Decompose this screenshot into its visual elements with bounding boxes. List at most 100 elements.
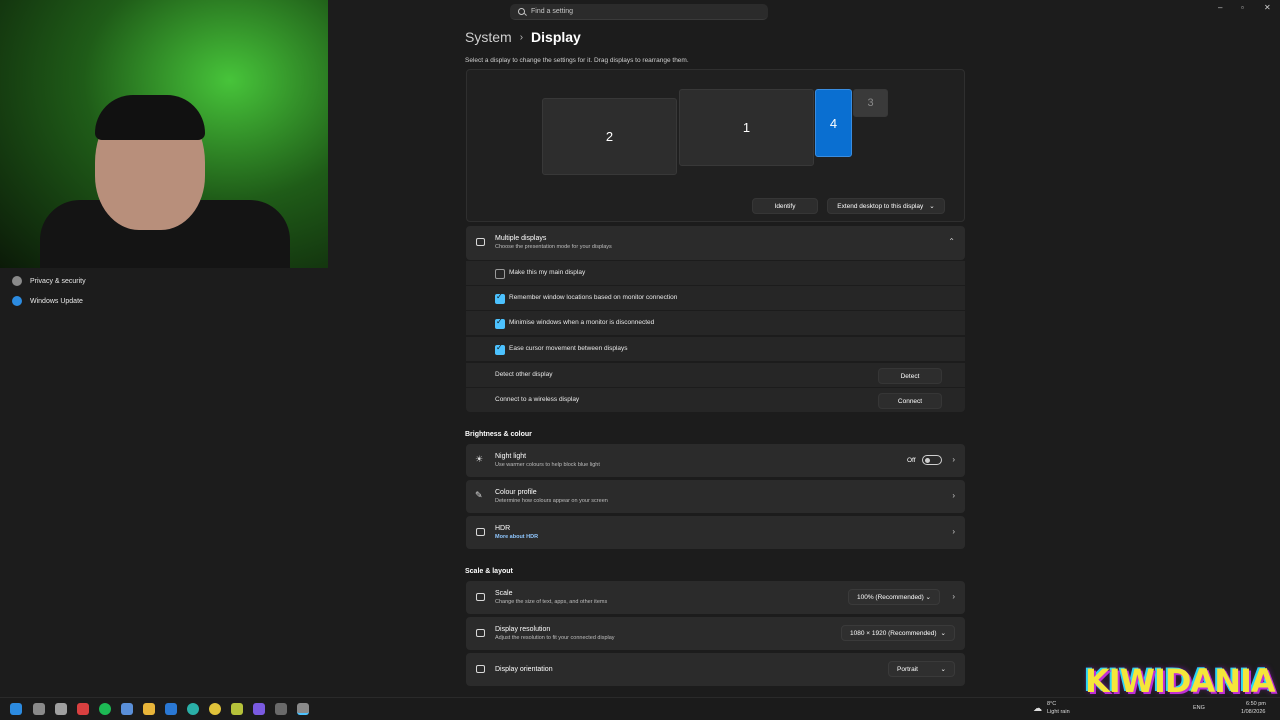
chevron-right-icon: › — [952, 455, 955, 464]
monitor-2[interactable]: 2 — [542, 98, 677, 175]
brightness-heading: Brightness & colour — [465, 431, 532, 438]
chevron-down-icon: ⌄ — [925, 594, 931, 601]
app-icon[interactable] — [231, 703, 243, 715]
night-light-title: Night light — [495, 453, 527, 460]
app-icon[interactable] — [121, 703, 133, 715]
orientation-icon — [476, 665, 485, 673]
chevron-down-icon: ⌄ — [929, 203, 935, 210]
multiple-displays-title: Multiple displays — [495, 235, 547, 242]
sidebar-item-label: Windows Update — [30, 297, 83, 305]
webcam-overlay — [0, 0, 328, 268]
close-icon[interactable]: ✕ — [1264, 3, 1271, 12]
minimize-icon[interactable]: – — [1218, 3, 1222, 12]
search-icon — [518, 8, 525, 15]
scale-title: Scale — [495, 590, 513, 597]
hdr-title: HDR — [495, 525, 511, 532]
chevron-up-icon[interactable]: ⌃ — [948, 237, 955, 246]
edge-icon[interactable] — [187, 703, 199, 715]
option-label: Minimise windows when a monitor is disco… — [509, 319, 655, 326]
breadcrumb: System › Display — [465, 29, 581, 45]
shield-icon — [12, 276, 22, 286]
multiple-displays-subtitle: Choose the presentation mode for your di… — [495, 244, 612, 250]
chevron-right-icon: › — [952, 491, 955, 500]
start-icon[interactable] — [10, 703, 22, 715]
sidebar-item-privacy[interactable]: Privacy & security — [12, 276, 86, 286]
hdr-link[interactable]: More about HDR — [495, 534, 538, 540]
scale-row[interactable]: Scale Change the size of text, apps, and… — [466, 581, 965, 614]
remember-locations-checkbox[interactable] — [495, 292, 505, 304]
multiple-displays-icon — [476, 238, 485, 246]
ease-cursor-checkbox[interactable] — [495, 343, 505, 355]
scale-value: 100% (Recommended) — [857, 593, 924, 601]
connect-button[interactable]: Connect — [878, 393, 942, 409]
update-icon — [12, 296, 22, 306]
spotify-icon[interactable] — [99, 703, 111, 715]
wireless-display-label: Connect to a wireless display — [495, 396, 580, 403]
option-label: Remember window locations based on monit… — [509, 294, 678, 301]
app-icon[interactable] — [275, 703, 287, 715]
option-label: Ease cursor movement between displays — [509, 345, 628, 352]
option-ease-cursor: Ease cursor movement between displays — [466, 336, 965, 361]
night-light-state: Off — [907, 457, 916, 464]
orientation-row[interactable]: Display orientation Portrait ⌄ — [466, 653, 965, 686]
multiple-displays-header[interactable]: Multiple displays Choose the presentatio… — [466, 226, 965, 260]
resolution-value: 1080 × 1920 (Recommended) — [850, 629, 937, 637]
chrome-icon[interactable] — [209, 703, 221, 715]
resolution-row[interactable]: Display resolution Adjust the resolution… — [466, 617, 965, 650]
task-view-icon[interactable] — [33, 703, 45, 715]
night-light-row[interactable]: ☀ Night light Use warmer colours to help… — [466, 444, 965, 477]
resolution-title: Display resolution — [495, 626, 551, 633]
streamer-logo: KIWIDANIA — [1085, 652, 1276, 710]
maximize-icon[interactable]: ▫ — [1241, 3, 1244, 12]
colour-profile-title: Colour profile — [495, 489, 537, 496]
file-explorer-icon[interactable] — [143, 703, 155, 715]
search-input[interactable]: Find a setting — [510, 4, 768, 20]
chevron-right-icon: › — [952, 527, 955, 536]
extend-desktop-dropdown[interactable]: Extend desktop to this display ⌄ — [827, 198, 945, 214]
scale-dropdown[interactable]: 100% (Recommended) ⌄ — [848, 589, 940, 605]
weather-temp: 8°C — [1047, 701, 1057, 707]
display-arrangement-panel: 2 1 4 3 Identify Extend desktop to this … — [466, 69, 965, 222]
monitor-3[interactable]: 3 — [853, 89, 888, 117]
app-icon[interactable] — [165, 703, 177, 715]
breadcrumb-system[interactable]: System — [465, 29, 512, 45]
colour-profile-row[interactable]: ✎ Colour profile Determine how colours a… — [466, 480, 965, 513]
night-light-subtitle: Use warmer colours to help block blue li… — [495, 462, 600, 468]
orientation-dropdown[interactable]: Portrait ⌄ — [888, 661, 955, 677]
settings-window: Privacy & security Windows Update Find a… — [0, 0, 1280, 720]
night-light-toggle[interactable] — [922, 455, 942, 465]
monitor-4[interactable]: 4 — [815, 89, 852, 157]
weather-desc: Light rain — [1047, 709, 1070, 715]
discord-icon[interactable] — [253, 703, 265, 715]
app-icon[interactable] — [77, 703, 89, 715]
settings-icon[interactable] — [297, 703, 309, 715]
chevron-down-icon: ⌄ — [940, 630, 946, 637]
hdr-row[interactable]: HDR More about HDR › — [466, 516, 965, 549]
sidebar-item-windows-update[interactable]: Windows Update — [12, 296, 83, 306]
logo-text: KIWIDANIA — [1085, 662, 1276, 700]
chevron-right-icon: › — [519, 31, 524, 43]
resolution-subtitle: Adjust the resolution to fit your connec… — [495, 635, 615, 641]
shield-app-icon[interactable] — [55, 703, 67, 715]
option-main-display: Make this my main display — [466, 260, 965, 285]
page-title: Display — [531, 29, 581, 45]
sidebar-item-label: Privacy & security — [30, 277, 86, 285]
pen-icon: ✎ — [475, 490, 483, 500]
option-label: Make this my main display — [509, 269, 586, 276]
search-placeholder: Find a setting — [531, 8, 574, 15]
detect-button[interactable]: Detect — [878, 368, 942, 384]
monitor-1[interactable]: 1 — [679, 89, 814, 166]
scale-layout-heading: Scale & layout — [465, 568, 513, 575]
minimise-windows-checkbox[interactable] — [495, 317, 505, 329]
identify-button[interactable]: Identify — [752, 198, 818, 214]
colour-profile-subtitle: Determine how colours appear on your scr… — [495, 498, 608, 504]
orientation-value: Portrait — [897, 665, 918, 673]
detect-display-row: Detect other display Detect — [466, 362, 965, 387]
weather-icon: ☁ — [1033, 703, 1042, 713]
resolution-dropdown[interactable]: 1080 × 1920 (Recommended) ⌄ — [841, 625, 955, 641]
option-minimise-windows: Minimise windows when a monitor is disco… — [466, 310, 965, 335]
main-display-checkbox[interactable] — [495, 269, 505, 279]
chevron-down-icon: ⌄ — [940, 666, 946, 673]
chevron-right-icon: › — [952, 592, 955, 601]
extend-desktop-label: Extend desktop to this display — [837, 202, 924, 210]
